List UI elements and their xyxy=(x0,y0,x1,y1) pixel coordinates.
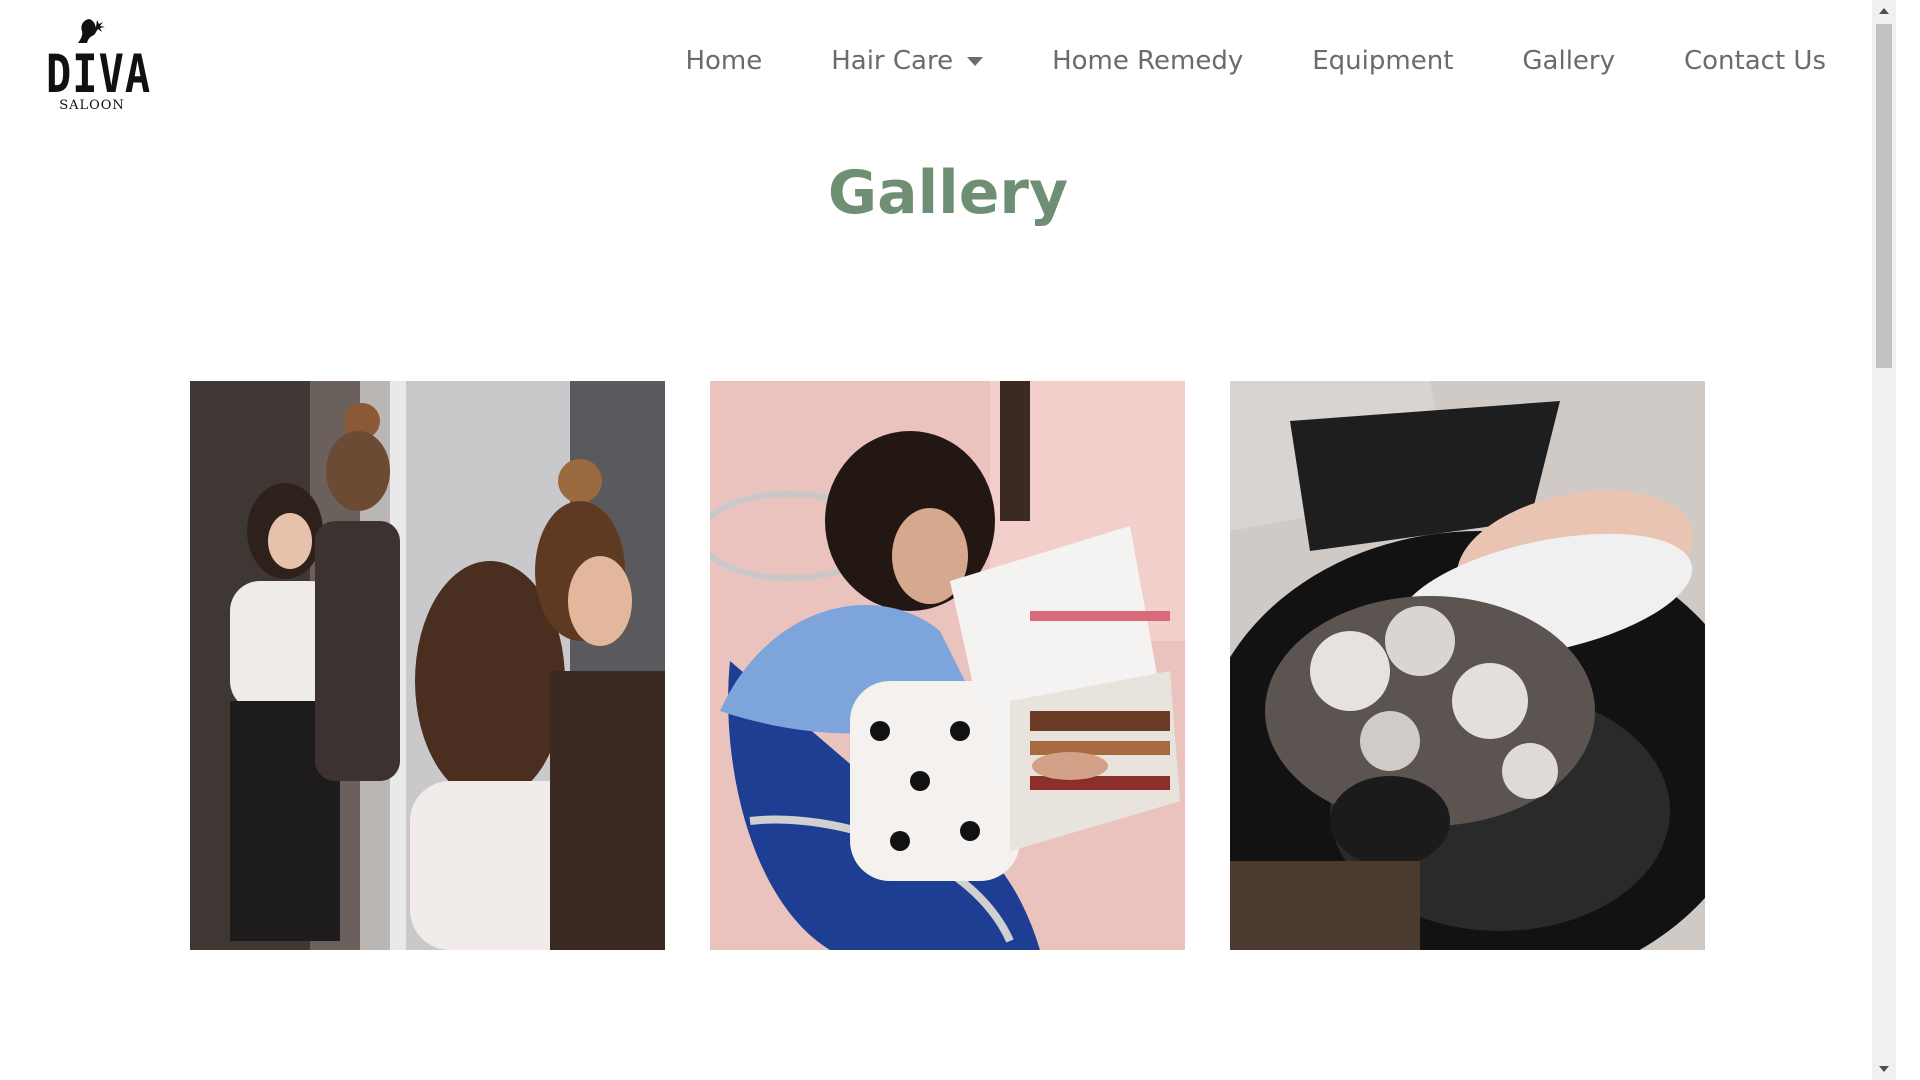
nav-item-home[interactable]: Home xyxy=(685,46,762,76)
gallery-grid xyxy=(190,381,1705,950)
brand-name: DIVA xyxy=(46,43,152,105)
navbar: DIVA SALOON Home Hair Care Home Remedy E… xyxy=(0,0,1896,130)
nav-item-gallery[interactable]: Gallery xyxy=(1522,46,1615,76)
gallery-photo-stylists[interactable] xyxy=(190,381,665,950)
nav-item-hair-care[interactable]: Hair Care xyxy=(831,46,984,76)
scroll-down-arrow-icon[interactable] xyxy=(1879,1066,1889,1072)
brand-logo[interactable]: DIVA SALOON xyxy=(46,16,152,113)
main-nav: Home Hair Care Home Remedy Equipment Gal… xyxy=(616,46,1826,76)
scroll-up-arrow-icon[interactable] xyxy=(1879,8,1889,14)
gallery-photo-color-swatches[interactable] xyxy=(710,381,1185,950)
woman-silhouette-icon xyxy=(78,19,105,43)
photo-image xyxy=(710,381,1185,950)
nav-item-contact-us[interactable]: Contact Us xyxy=(1684,46,1826,76)
photo-image xyxy=(1230,381,1705,950)
page: DIVA SALOON Home Hair Care Home Remedy E… xyxy=(0,0,1896,1080)
gallery-photo-hair-wash[interactable] xyxy=(1230,381,1705,950)
caret-down-icon xyxy=(967,56,984,66)
scrollbar-thumb[interactable] xyxy=(1876,24,1892,368)
photo-image xyxy=(190,381,665,950)
nav-item-equipment[interactable]: Equipment xyxy=(1312,46,1453,76)
vertical-scrollbar[interactable] xyxy=(1872,0,1896,1080)
nav-item-hair-care-label: Hair Care xyxy=(831,46,954,76)
page-title: Gallery xyxy=(827,158,1069,228)
nav-item-home-remedy[interactable]: Home Remedy xyxy=(1052,46,1243,76)
